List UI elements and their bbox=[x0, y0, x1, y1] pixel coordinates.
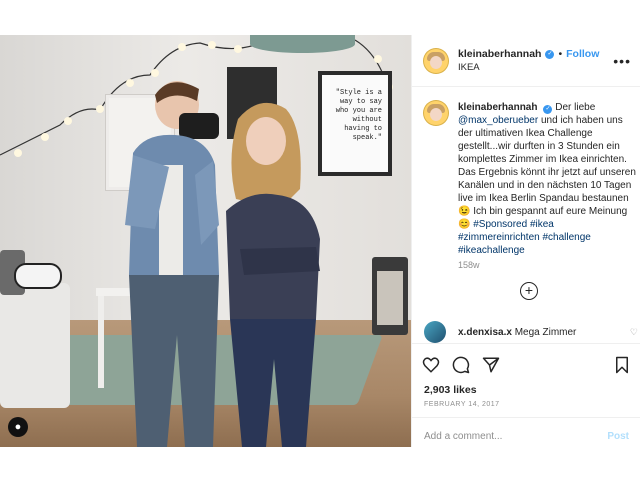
caption-text-2: und ich haben uns der ultimativen Ikea C… bbox=[458, 115, 636, 230]
post-sidebar: kleinaberhannah ✓ • Follow IKEA ••• klei… bbox=[411, 35, 640, 447]
verified-badge-icon: ✓ bbox=[545, 49, 555, 59]
comment-like-heart-icon[interactable]: ♡ bbox=[630, 327, 638, 338]
plus-circle-icon[interactable]: + bbox=[520, 282, 538, 300]
post-photo[interactable]: "Style is a way to say who you are witho… bbox=[0, 35, 411, 447]
instagram-post: "Style is a way to say who you are witho… bbox=[0, 35, 640, 447]
sofa bbox=[0, 283, 70, 408]
comment-avatar[interactable] bbox=[424, 321, 446, 343]
post-button[interactable]: Post bbox=[607, 431, 629, 442]
action-bar: 2,903 likes FEBRUARY 14, 2017 Post bbox=[412, 343, 640, 443]
separator-dot: • bbox=[558, 48, 563, 60]
post-date: FEBRUARY 14, 2017 bbox=[424, 401, 500, 408]
caption-text-1: Der liebe bbox=[555, 102, 596, 113]
share-icon[interactable] bbox=[482, 356, 500, 374]
comment-item: x.denxisa.x Mega Zimmer ♡ bbox=[424, 321, 638, 343]
mention-link[interactable]: @max_oberueber bbox=[458, 115, 538, 126]
more-options-icon[interactable]: ••• bbox=[613, 53, 631, 69]
caption-avatar[interactable] bbox=[424, 101, 448, 125]
heart-icon[interactable] bbox=[422, 356, 440, 374]
verified-badge-icon: ✓ bbox=[543, 105, 553, 114]
location-link[interactable]: IKEA bbox=[458, 62, 599, 73]
time-ago: 158w bbox=[458, 260, 480, 270]
header-username[interactable]: kleinaberhannah bbox=[458, 48, 541, 60]
user-tag-icon[interactable]: ● bbox=[8, 417, 28, 437]
likes-count[interactable]: 2,903 likes bbox=[424, 384, 477, 396]
hashtags[interactable]: #Sponsored #ikea #zimmereinrichten #chal… bbox=[458, 219, 591, 256]
panda-plush bbox=[14, 263, 62, 289]
comment-icon[interactable] bbox=[452, 356, 470, 374]
add-comment-bar: Post bbox=[412, 417, 640, 455]
caption: kleinaberhannah ✓ Der liebe @max_oberuebe… bbox=[424, 101, 636, 257]
person-woman bbox=[226, 102, 320, 447]
person-man bbox=[125, 81, 219, 447]
avatar[interactable] bbox=[424, 48, 448, 73]
lantern bbox=[372, 257, 408, 335]
comment-input[interactable] bbox=[424, 431, 608, 442]
post-header: kleinaberhannah ✓ • Follow IKEA ••• bbox=[412, 35, 640, 87]
caption-username[interactable]: kleinaberhannah bbox=[458, 102, 537, 113]
ceiling-lamp bbox=[250, 35, 355, 53]
comment-username[interactable]: x.denxisa.x bbox=[458, 327, 512, 338]
bookmark-icon[interactable] bbox=[613, 356, 631, 374]
follow-button[interactable]: Follow bbox=[566, 48, 599, 60]
comment-text: Mega Zimmer bbox=[514, 326, 577, 338]
